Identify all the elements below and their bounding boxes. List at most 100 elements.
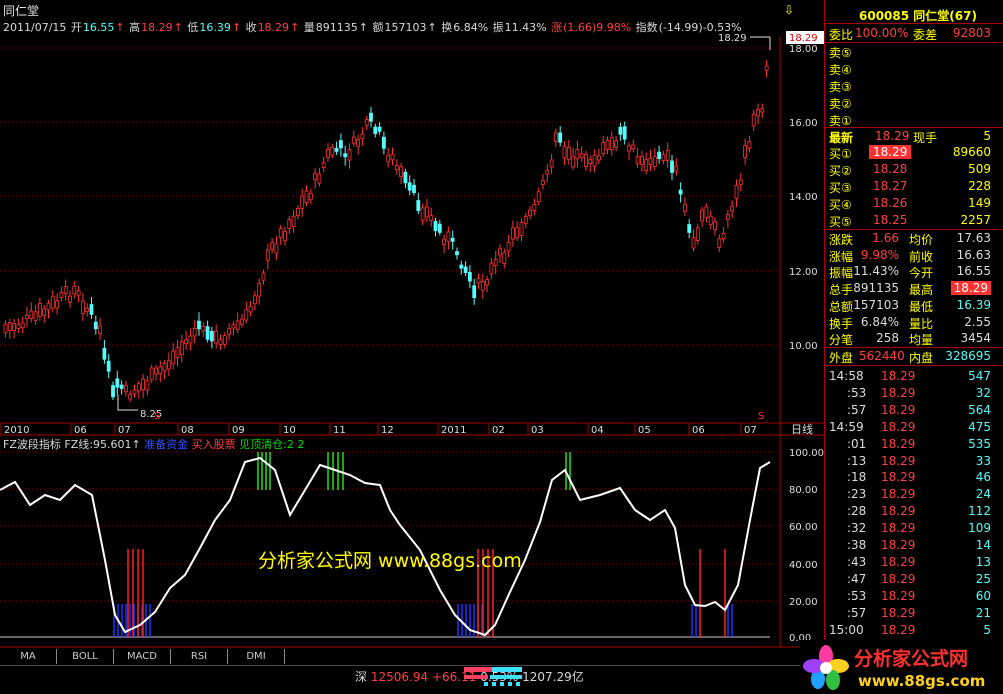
candle-body (16, 324, 21, 329)
panel-title: 600085 同仁堂(67) (829, 6, 991, 23)
candle-body (38, 302, 42, 317)
price-x-tick: 06 (74, 425, 87, 436)
tab-macd[interactable]: MACD (114, 649, 171, 664)
tick-row: :13 18.29 33 (829, 453, 991, 470)
candle-body (416, 200, 421, 211)
candle-body (442, 238, 447, 245)
candle-body (209, 330, 214, 342)
price-y-tick: 10.00 (789, 341, 818, 352)
candle-body (184, 339, 189, 344)
change-value: (1.66)9.98% (563, 21, 632, 34)
candle-body (72, 286, 77, 295)
stats-row: 涨跌 1.66 均价 17.63 (829, 230, 991, 247)
candle-body (429, 215, 434, 221)
candle-body (179, 341, 184, 356)
candle-body (678, 189, 683, 195)
weibi-row: 委比 100.00% 委差 92803 (829, 25, 991, 42)
candle-body (437, 223, 442, 233)
price-x-axis: 2010 06 07 08 09 10 11 12 2011 02 03 04 05 06 07 (0, 423, 757, 436)
candle-body (687, 224, 692, 233)
candle-body (214, 330, 219, 344)
legend-buy-stock: 买入股票 (191, 438, 236, 451)
candle-body (115, 378, 120, 388)
neipan-value: 328695 (945, 349, 991, 363)
stat-label: 量比 (909, 316, 934, 331)
candle-body (287, 219, 292, 229)
candle-body (351, 136, 356, 144)
stat-value: 16.63 (956, 247, 991, 262)
candle-body (154, 367, 158, 375)
candle-body (394, 165, 399, 170)
candle-body (111, 385, 115, 398)
indicator-y-tick: 20.00 (789, 597, 818, 608)
tick-row: :43 18.29 13 (829, 554, 991, 571)
buy-level-row[interactable]: 买③ 18.27 228 (829, 178, 991, 195)
candle-body (713, 221, 717, 231)
candle-body (283, 231, 287, 242)
high-value: 18.29 (141, 21, 173, 34)
waipan-row: 外盘 562440 内盘 328695 (829, 348, 991, 365)
candle-body (622, 126, 627, 140)
price-x-tick: 2011 (441, 425, 466, 436)
tab-dmi[interactable]: DMI (228, 649, 285, 664)
tab-rsi[interactable]: RSI (171, 649, 228, 664)
tick-time: :43 (847, 554, 867, 569)
amount-label: 额 (372, 21, 384, 34)
logo: 分析家公式网 www.88gs.com (800, 640, 1003, 694)
price-x-tick: 06 (692, 425, 705, 436)
stat-value: 891135 (853, 281, 899, 296)
date: 2011/07/15 (3, 21, 67, 34)
candle-body (424, 206, 429, 218)
candle-body (730, 205, 735, 212)
candle-body (278, 228, 283, 238)
candle-body (334, 147, 339, 152)
candle-body (162, 363, 167, 372)
candle-body (407, 182, 412, 191)
candle-body (295, 208, 300, 216)
buy-level-row[interactable]: 买② 18.28 509 (829, 161, 991, 178)
tick-time: :53 (847, 385, 867, 400)
candle-body (704, 206, 709, 218)
price-y-tick: 18.00 (789, 44, 818, 55)
candle-body (648, 158, 653, 165)
candle-body (601, 142, 606, 155)
sell-5: 卖⑤ (829, 43, 991, 60)
buy-level-row[interactable]: 买④ 18.26 149 (829, 195, 991, 212)
tick-price: 18.29 (881, 369, 916, 383)
buy-level-volume: 228 (968, 179, 991, 193)
candle-body (343, 153, 348, 158)
tab-boll[interactable]: BOLL (57, 649, 114, 664)
candle-body (300, 195, 305, 209)
stat-value: 157103 (853, 297, 899, 312)
tab-ma[interactable]: MA (0, 649, 57, 664)
price-x-tick: 08 (181, 425, 194, 436)
candle-body (597, 155, 601, 161)
stat-value: 3454 (960, 331, 991, 346)
tick-time: :01 (847, 436, 867, 451)
candle-body (261, 272, 266, 281)
tick-volume: 5 (983, 622, 991, 637)
price-x-tick: 12 (381, 425, 394, 436)
price-x-tick: 07 (118, 425, 131, 436)
candle-body (652, 156, 657, 167)
candle-body (136, 383, 141, 392)
stat-value: 17.63 (956, 231, 991, 245)
candle-body (670, 160, 674, 173)
candle-body (549, 159, 554, 168)
candle-body (98, 325, 102, 335)
stat-value: 2.55 (964, 314, 991, 329)
xianshou-value: 5 (983, 129, 991, 143)
buy-level-row[interactable]: 买① 18.29 89660 (829, 144, 991, 161)
candle-body (25, 314, 29, 320)
turnover-label: 换 (441, 21, 453, 34)
candle-body (274, 243, 279, 254)
candle-body (175, 347, 180, 359)
buy-level-row[interactable]: 买⑤ 18.25 2257 (829, 212, 991, 229)
sell-5-label: 卖⑤ (829, 46, 852, 60)
stat-value: 16.55 (956, 264, 991, 279)
period-label[interactable]: 日线 (791, 422, 813, 436)
stats-row: 总额 157103 最低 16.39 (829, 297, 991, 314)
quote-panel: 600085 同仁堂(67) 委比 100.00% 委差 92803 卖⑤ 卖④… (824, 0, 1003, 665)
candle-body (330, 146, 335, 156)
stats-row: 振幅 11.43% 今开 16.55 (829, 263, 991, 280)
